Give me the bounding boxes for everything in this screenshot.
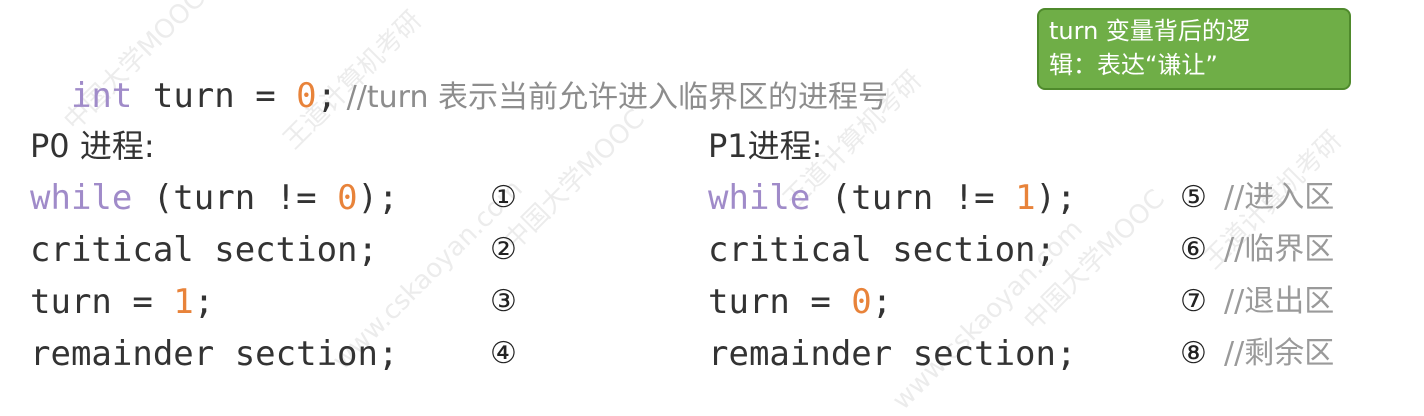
callout-line: 辑：表达“谦让”: [1049, 51, 1218, 79]
code-text: turn =: [708, 282, 852, 322]
step-marker: ①: [490, 180, 517, 215]
critical-section-comment: //临界区: [1224, 232, 1335, 267]
number-literal: 1: [173, 282, 194, 322]
code-text: ;: [871, 282, 893, 322]
p0-title: P0 进程:: [30, 127, 155, 165]
code-text: turn =: [30, 282, 174, 322]
decl-text: turn =: [132, 76, 297, 116]
code-text: ;: [193, 282, 215, 322]
entry-section-comment: //进入区: [1224, 180, 1335, 215]
number-literal: 1: [1015, 178, 1036, 218]
remainder-section-comment: //剩余区: [1224, 336, 1335, 371]
p1-line-2: critical section;: [708, 230, 1056, 270]
step-marker: ⑧: [1180, 336, 1207, 371]
p1-line-3: turn = 0;: [708, 282, 892, 322]
while-keyword: while: [708, 178, 811, 218]
callout-line: turn 变量背后的逻: [1049, 17, 1250, 45]
step-marker: ⑦: [1180, 284, 1207, 319]
semicolon: ;: [316, 76, 338, 116]
number-literal: 0: [851, 282, 872, 322]
p0-line-3: turn = 1;: [30, 282, 214, 322]
header-comment: //turn 表示当前允许进入临界区的进程号: [337, 80, 888, 115]
code-text: (turn !=: [132, 178, 338, 218]
p1-line-4: remainder section;: [708, 334, 1077, 374]
p0-line-1: while (turn != 0);: [30, 178, 399, 218]
p0-line-4: remainder section;: [30, 334, 399, 374]
step-marker: ③: [490, 284, 517, 319]
step-marker: ④: [490, 336, 517, 371]
p0-line-2: critical section;: [30, 230, 378, 270]
step-marker: ⑥: [1180, 232, 1207, 267]
int-keyword: int: [70, 76, 133, 116]
code-text: (turn !=: [810, 178, 1016, 218]
watermark: 中国大学MOOC: [498, 104, 651, 257]
exit-section-comment: //退出区: [1224, 284, 1335, 319]
code-text: );: [1035, 178, 1077, 218]
step-marker: ⑤: [1180, 180, 1207, 215]
step-marker: ②: [490, 232, 517, 267]
p1-line-1: while (turn != 1);: [708, 178, 1077, 218]
p1-title: P1进程:: [708, 127, 823, 165]
code-text: );: [357, 178, 399, 218]
number-literal: 0: [337, 178, 358, 218]
zero-literal: 0: [296, 76, 317, 116]
callout-note: turn 变量背后的逻 辑：表达“谦让”: [1037, 8, 1351, 90]
turn-declaration: int turn = 0; //turn 表示当前允许进入临界区的进程号: [30, 36, 888, 118]
while-keyword: while: [30, 178, 133, 218]
